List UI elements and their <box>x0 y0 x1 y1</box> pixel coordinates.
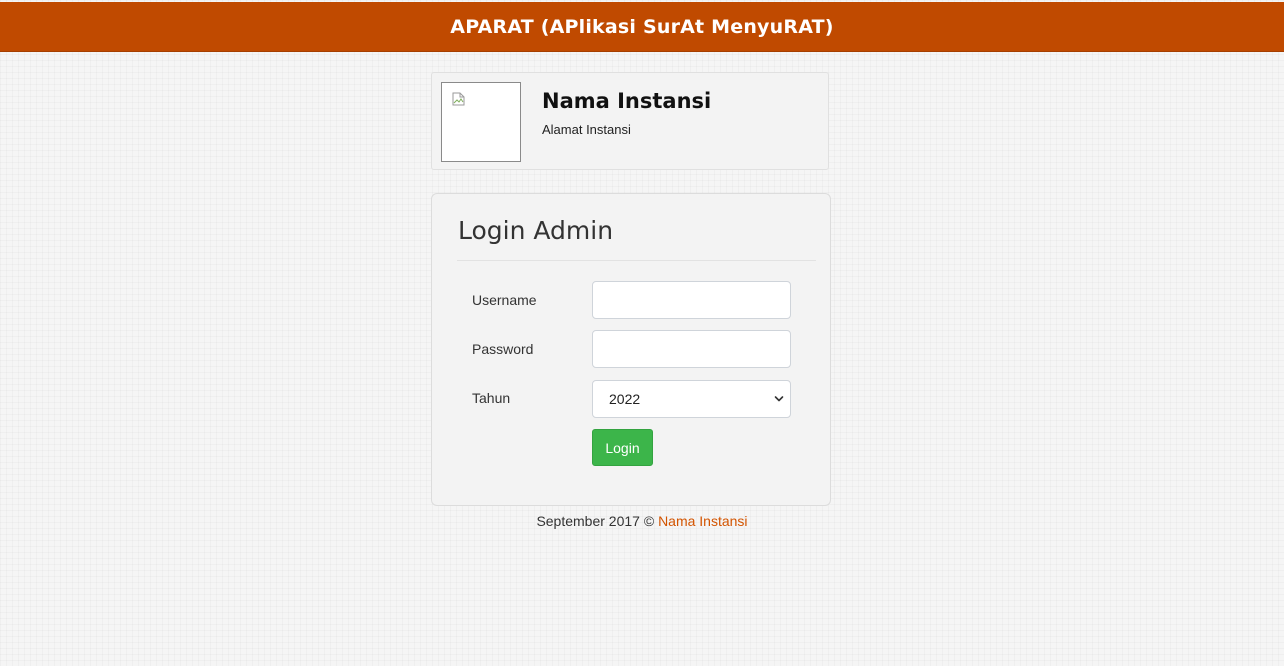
chevron-down-icon <box>774 396 784 402</box>
username-input[interactable] <box>592 281 791 319</box>
footer-organization-link[interactable]: Nama Instansi <box>658 513 747 529</box>
organization-address: Alamat Instansi <box>542 122 631 137</box>
year-label: Tahun <box>472 390 511 406</box>
broken-image-icon <box>452 92 465 106</box>
password-label: Password <box>472 341 534 357</box>
top-header-bar: APARAT (APlikasi SurAt MenyuRAT) <box>0 2 1284 52</box>
organization-name: Nama Instansi <box>542 89 712 113</box>
login-panel: Login Admin Username Password Tahun 2022… <box>431 193 831 506</box>
organization-logo <box>441 82 521 162</box>
username-label: Username <box>472 292 537 308</box>
password-input[interactable] <box>592 330 791 368</box>
login-title: Login Admin <box>458 216 614 245</box>
year-select-value: 2022 <box>609 391 641 407</box>
organization-card: Nama Instansi Alamat Instansi <box>431 72 829 170</box>
footer: September 2017 © Nama Instansi <box>0 513 1284 529</box>
title-divider <box>457 260 816 261</box>
login-button[interactable]: Login <box>592 429 653 466</box>
app-title: APARAT (APlikasi SurAt MenyuRAT) <box>450 15 834 38</box>
footer-text: September 2017 © <box>536 513 655 529</box>
year-select[interactable]: 2022 <box>592 380 791 418</box>
